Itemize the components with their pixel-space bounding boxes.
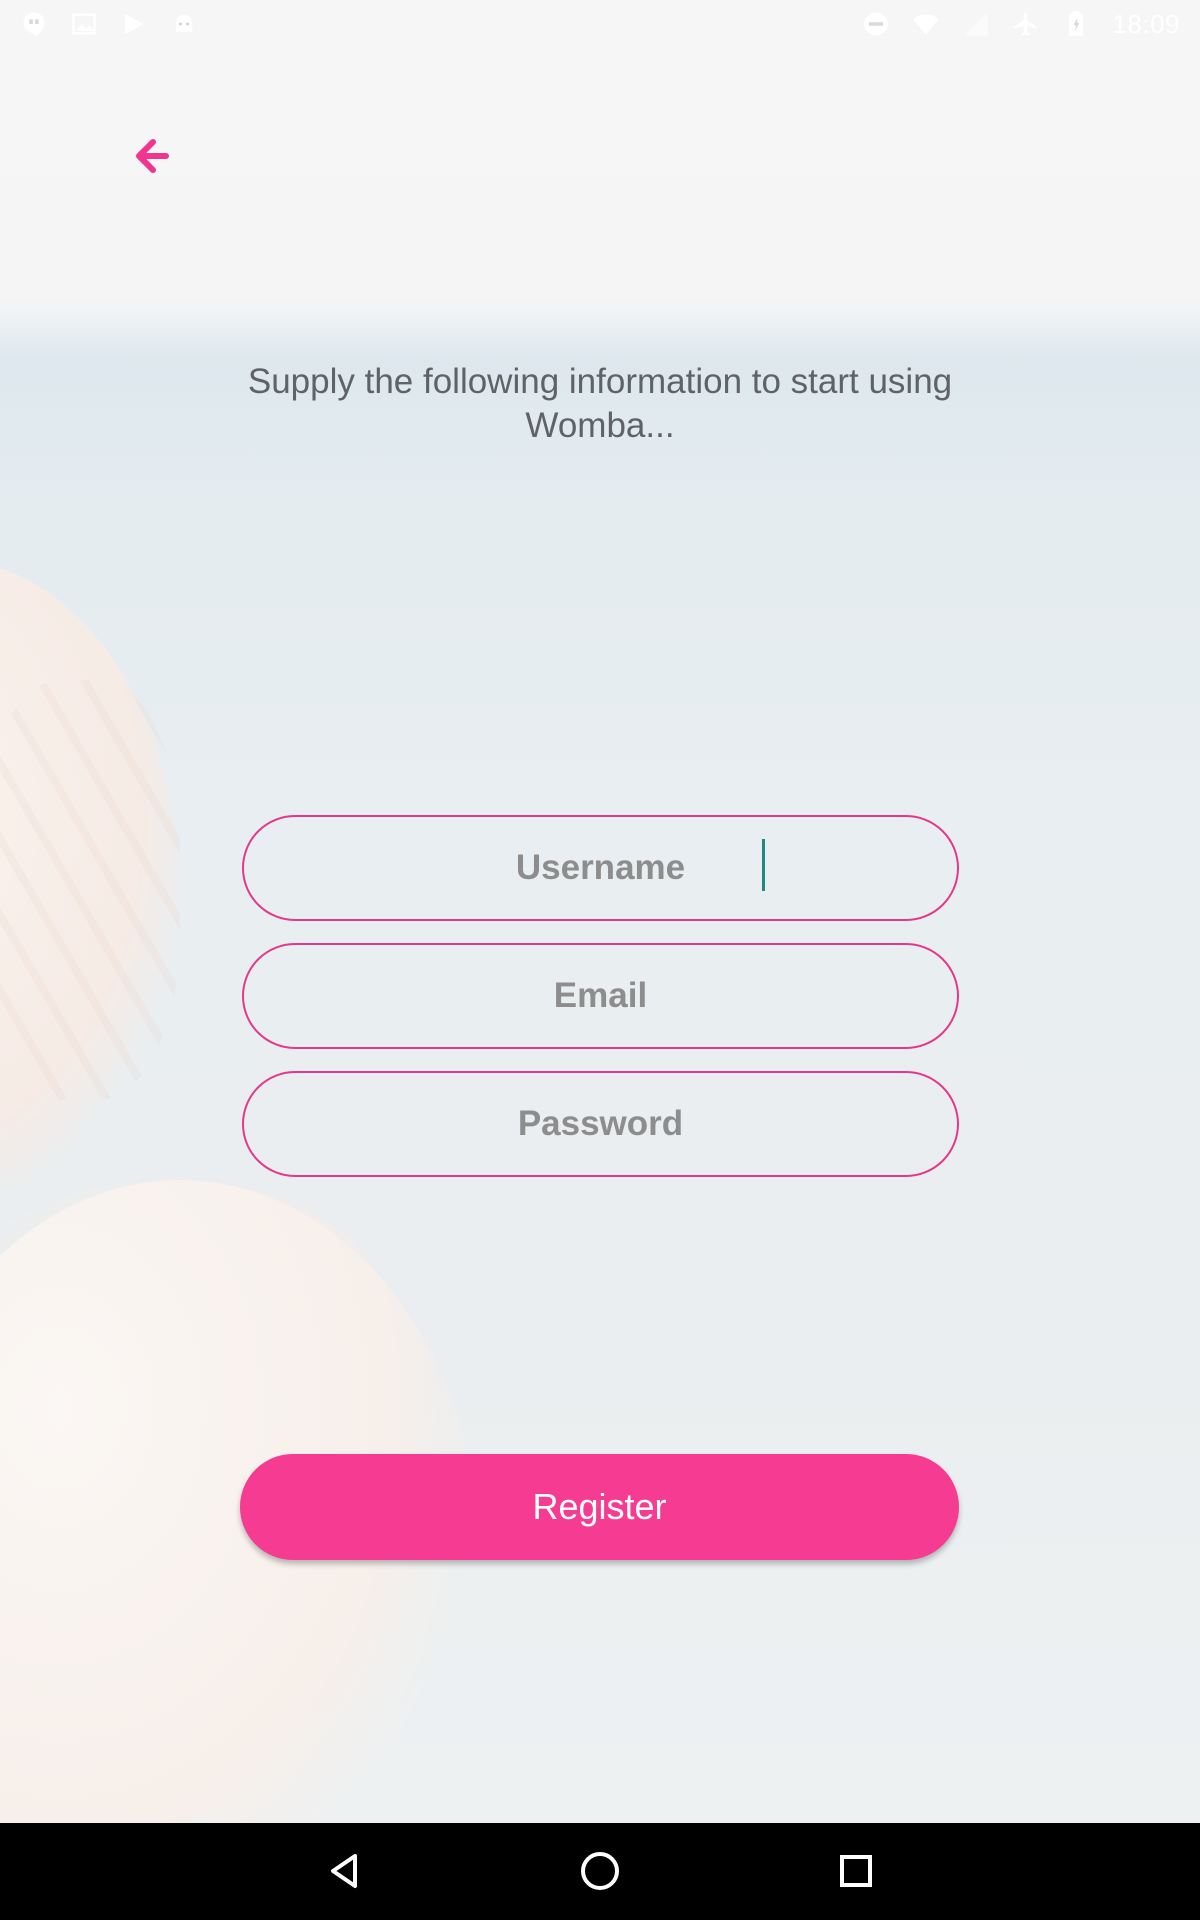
background-shape — [0, 680, 180, 1100]
text-cursor — [762, 839, 765, 891]
android-icon — [175, 14, 193, 33]
back-icon — [331, 1854, 357, 1888]
register-button[interactable]: Register — [240, 1454, 959, 1560]
nav-recents-button[interactable] — [828, 1843, 884, 1899]
image-icon — [72, 13, 96, 35]
home-icon — [581, 1852, 619, 1890]
back-button[interactable] — [124, 128, 180, 184]
email-input[interactable] — [244, 944, 957, 1048]
hangouts-icon — [23, 12, 45, 37]
arrow-left-icon — [136, 139, 169, 173]
username-field[interactable] — [242, 815, 959, 921]
password-input[interactable] — [244, 1072, 957, 1176]
status-time: 18:09 — [1112, 8, 1180, 39]
intro-text: Supply the following information to star… — [247, 362, 953, 445]
recents-icon — [840, 1855, 872, 1887]
airplane-icon — [1014, 12, 1037, 36]
battery-icon — [1069, 11, 1084, 36]
password-field[interactable] — [242, 1071, 959, 1177]
status-bar: 18:09 — [0, 0, 1200, 48]
wifi-icon — [913, 14, 940, 35]
nav-back-button[interactable] — [316, 1843, 372, 1899]
status-right: 18:09 — [842, 9, 1200, 40]
play-store-icon — [124, 13, 144, 35]
navigation-bar — [0, 1823, 1200, 1920]
username-input[interactable] — [244, 816, 957, 920]
nav-home-button[interactable] — [572, 1843, 628, 1899]
signal-icon — [964, 12, 989, 36]
do-not-disturb-icon — [864, 12, 889, 36]
status-left — [0, 10, 218, 38]
email-field[interactable] — [242, 943, 959, 1049]
